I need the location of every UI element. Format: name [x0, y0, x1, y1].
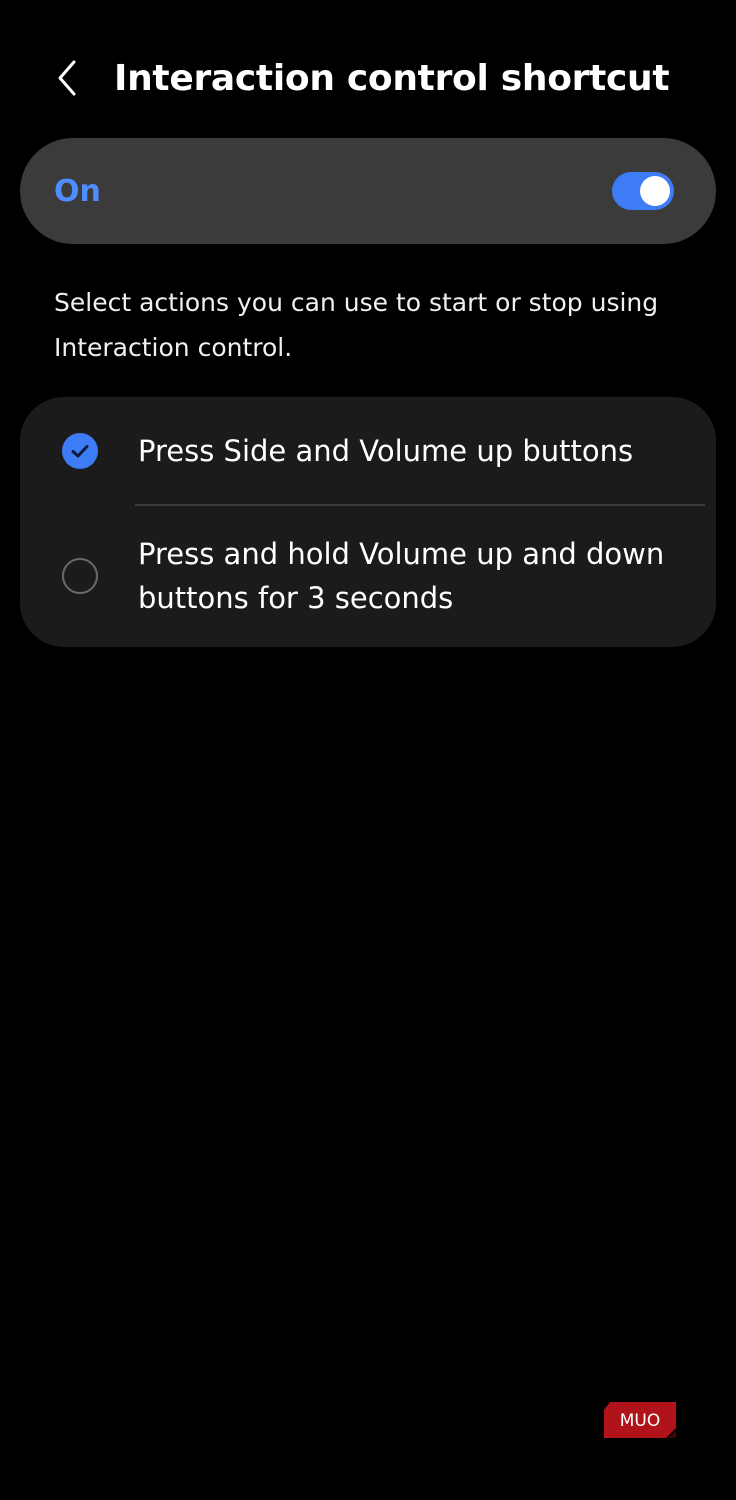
option-side-volume-up[interactable]: Press Side and Volume up buttons — [20, 397, 716, 505]
page-title: Interaction control shortcut — [114, 57, 670, 99]
master-toggle-label: On — [54, 173, 101, 209]
master-toggle-switch[interactable] — [612, 172, 674, 210]
shortcut-description: Select actions you can use to start or s… — [54, 288, 659, 362]
app-header: Interaction control shortcut — [0, 40, 736, 116]
chevron-left-icon — [58, 60, 76, 96]
toggle-knob — [640, 176, 670, 206]
checkmark-icon — [71, 445, 89, 458]
shortcut-options-card: Press Side and Volume up buttons Press a… — [20, 397, 716, 647]
muo-logo: MUO — [604, 1402, 676, 1438]
back-button[interactable] — [38, 48, 98, 108]
radio-unchecked-icon[interactable] — [62, 558, 98, 594]
radio-checked-icon[interactable] — [62, 433, 98, 469]
option-label: Press Side and Volume up buttons — [138, 434, 634, 468]
option-label: Press and hold Volume up and down button… — [138, 537, 665, 615]
screen: Interaction control shortcut On Select a… — [0, 0, 736, 1500]
master-toggle-row[interactable]: On — [20, 138, 716, 244]
muo-logo-text: MUO — [620, 1411, 661, 1431]
option-hold-volume-up-down[interactable]: Press and hold Volume up and down button… — [20, 505, 716, 647]
